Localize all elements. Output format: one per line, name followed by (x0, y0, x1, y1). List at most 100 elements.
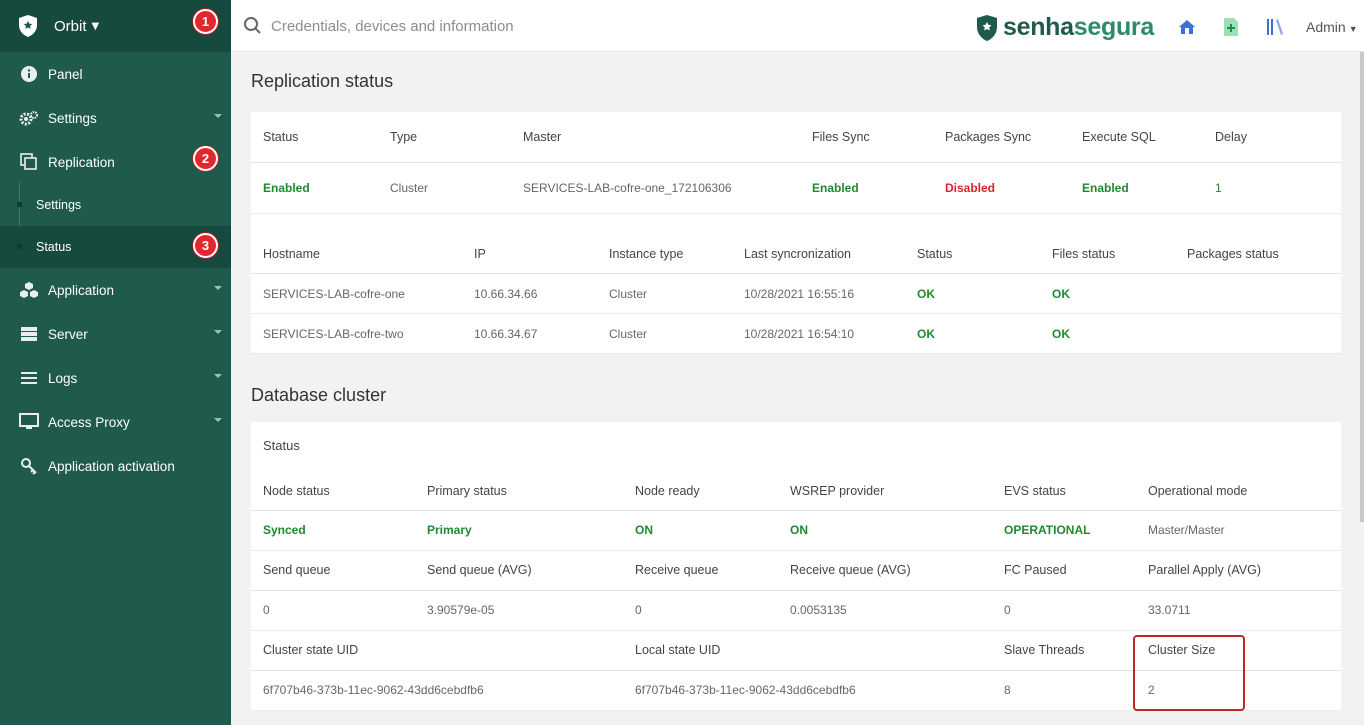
sidebar-item-label: Logs (48, 370, 78, 386)
last-sync-cell: 10/28/2021 16:54:10 (732, 313, 905, 354)
bullet-icon (17, 244, 22, 249)
scrollbar[interactable] (1360, 52, 1364, 522)
instance-type-cell: Cluster (597, 273, 732, 314)
gears-icon (19, 108, 39, 128)
column-header: Send queue (AVG) (415, 550, 623, 591)
status-cell: OK (905, 273, 1040, 314)
sidebar-subitem-settings[interactable]: Settings (0, 184, 231, 226)
column-header: Execute SQL (1070, 112, 1203, 163)
sidebar-item-logs[interactable]: Logs (0, 356, 231, 400)
receive-queue-avg-value: 0.0053135 (778, 590, 992, 631)
callout-1: 1 (193, 9, 218, 34)
cubes-icon (19, 280, 39, 300)
instance-type-cell: Cluster (597, 313, 732, 354)
column-header: Instance type (597, 213, 732, 274)
primary-status-value: Primary (415, 510, 623, 551)
cluster-state-uid-value: 6f707b46-373b-11ec-9062-43dd6cebdfb6 (251, 670, 623, 711)
senhasegura-logo: senhasegura (975, 13, 1154, 42)
files-status-cell: OK (1040, 313, 1175, 354)
files-sync-value: Enabled (800, 162, 933, 214)
chevron-down-icon (214, 286, 222, 290)
list-icon (19, 368, 39, 388)
callout-2: 2 (193, 146, 218, 171)
column-header: Primary status (415, 470, 623, 511)
replication-summary-table: Status Type Master Files Sync Packages S… (251, 112, 1341, 214)
receive-queue-value: 0 (623, 590, 778, 631)
column-header: EVS status (992, 470, 1136, 511)
last-sync-cell: 10/28/2021 16:55:16 (732, 273, 905, 314)
sidebar-item-application[interactable]: Application (0, 268, 231, 312)
sidebar-item-application-activation[interactable]: Application activation (0, 444, 231, 488)
column-header: Files status (1040, 213, 1175, 274)
send-queue-value: 0 (251, 590, 415, 631)
node-status-value: Synced (251, 510, 415, 551)
caret-down-icon: ▼ (91, 20, 100, 32)
table-row: SERVICES-LAB-cofre-two 10.66.34.67 Clust… (251, 313, 1341, 354)
search-input[interactable] (271, 14, 771, 38)
info-icon (19, 64, 39, 84)
chevron-down-icon (214, 114, 222, 118)
node-ready-value: ON (623, 510, 778, 551)
slave-threads-value: 8 (992, 670, 1136, 711)
master-value: SERVICES-LAB-cofre-one_172106306 (511, 162, 800, 214)
column-header: Hostname (251, 213, 462, 274)
files-status-cell: OK (1040, 273, 1175, 314)
column-header: Cluster state UID (251, 630, 623, 671)
sidebar-item-server[interactable]: Server (0, 312, 231, 356)
table-row: SERVICES-LAB-cofre-one 10.66.34.66 Clust… (251, 273, 1341, 314)
add-document-icon[interactable] (1221, 17, 1241, 37)
chevron-down-icon (214, 374, 222, 378)
replication-hosts-table: Hostname IP Instance type Last syncroniz… (251, 213, 1341, 354)
column-header: FC Paused (992, 550, 1136, 591)
delay-value: 1 (1203, 162, 1341, 214)
home-icon[interactable] (1177, 17, 1197, 37)
search-icon[interactable] (243, 16, 263, 40)
column-header: Operational mode (1136, 470, 1341, 511)
parallel-apply-avg-value: 33.0711 (1136, 590, 1341, 631)
execute-sql-value: Enabled (1070, 162, 1203, 214)
sidebar-item-label: Access Proxy (48, 414, 130, 430)
hostname-cell: SERVICES-LAB-cofre-two (251, 313, 462, 354)
column-header: Local state UID (623, 630, 992, 671)
sidebar-item-label: Settings (36, 198, 82, 212)
packages-status-cell (1175, 313, 1341, 354)
logo-text-light: segura (1073, 13, 1154, 41)
topbar: senhasegura Admin▼ (231, 0, 1364, 52)
column-header: Packages status (1175, 213, 1341, 274)
column-header: Files Sync (800, 112, 933, 163)
column-header: Delay (1203, 112, 1341, 163)
column-header: WSREP provider (778, 470, 992, 511)
column-header: IP (462, 213, 597, 274)
table-row: 0 3.90579e-05 0 0.0053135 0 33.0711 (251, 590, 1341, 631)
sidebar: Orbit ▼ Panel Settings Replication Setti… (0, 0, 231, 725)
sidebar-item-settings[interactable]: Settings (0, 96, 231, 140)
column-header: Node ready (623, 470, 778, 511)
column-header: Node status (251, 470, 415, 511)
bullet-icon (17, 202, 22, 207)
ip-cell: 10.66.34.66 (462, 273, 597, 314)
sidebar-item-label: Replication (48, 154, 115, 170)
send-queue-avg-value: 3.90579e-05 (415, 590, 623, 631)
column-header: Type (378, 112, 511, 163)
wsrep-provider-value: ON (778, 510, 992, 551)
cluster-size-highlight (1133, 635, 1245, 711)
caret-down-icon: ▼ (1348, 24, 1358, 34)
chevron-down-icon (214, 330, 222, 334)
library-icon[interactable] (1265, 17, 1285, 37)
sidebar-item-label: Settings (48, 110, 97, 126)
user-name: Admin (1306, 19, 1346, 35)
user-menu[interactable]: Admin ▼ (1306, 19, 1358, 35)
chevron-down-icon (214, 418, 222, 422)
column-header: Slave Threads (992, 630, 1136, 671)
sidebar-item-access-proxy[interactable]: Access Proxy (0, 400, 231, 444)
column-header: Receive queue (AVG) (778, 550, 992, 591)
ip-cell: 10.66.34.67 (462, 313, 597, 354)
sidebar-item-panel[interactable]: Panel (0, 52, 231, 96)
column-header: Status (905, 213, 1040, 274)
database-cluster-title: Database cluster (251, 385, 387, 405)
column-header: Last syncronization (732, 213, 905, 274)
shield-logo-icon (977, 14, 997, 41)
sidebar-item-label: Server (48, 326, 88, 342)
operational-mode-value: Master/Master (1136, 510, 1341, 551)
server-icon (19, 324, 39, 344)
